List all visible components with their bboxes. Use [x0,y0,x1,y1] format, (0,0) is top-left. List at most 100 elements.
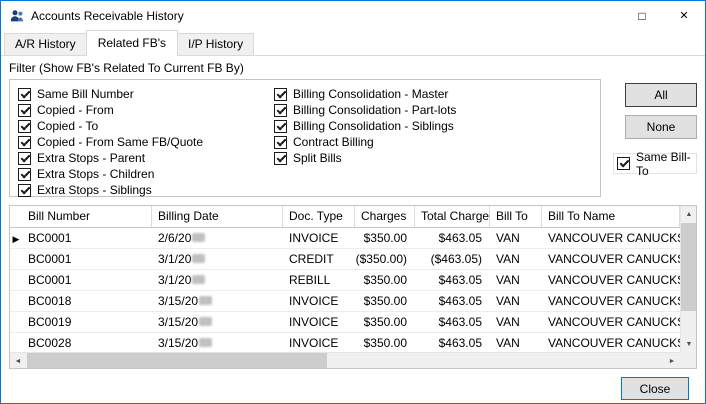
cell-bill-to: VAN [490,333,542,353]
checkbox-label: Contract Billing [293,135,374,149]
checkbox-billing-consolidation-master[interactable]: Billing Consolidation - Master [274,86,592,102]
tab-ar-history[interactable]: A/R History [4,33,87,55]
checkbox-label: Extra Stops - Siblings [37,183,152,197]
checkbox-icon [274,136,287,149]
column-header-bill-to-name[interactable]: Bill To Name [542,206,680,227]
cell-doc-type: REBILL [283,270,355,290]
grid-content: Bill Number Billing Date Doc. Type Charg… [10,206,680,354]
checkbox-icon [18,136,31,149]
table-row[interactable]: BC0001 3/1/20 REBILL $350.00 $463.05 VAN… [10,270,680,291]
checkbox-label: Extra Stops - Parent [37,151,145,165]
checkbox-label: Billing Consolidation - Siblings [293,119,454,133]
table-row[interactable]: BC0001 3/1/20 CREDIT ($350.00) ($463.05)… [10,249,680,270]
grid-header-row: Bill Number Billing Date Doc. Type Charg… [10,206,680,228]
vertical-scrollbar-thumb[interactable] [681,223,696,311]
row-selector-cell: ▶ [10,228,22,248]
tab-strip: A/R History Related FB's I/P History [1,30,705,56]
cell-doc-type: INVOICE [283,291,355,311]
cell-billing-date: 3/15/20 [152,312,283,332]
horizontal-scrollbar-thumb[interactable] [27,353,327,368]
scroll-right-icon[interactable]: ► [664,353,680,369]
cell-bill-to-name: VANCOUVER CANUCKS [542,228,680,248]
checkbox-label: Billing Consolidation - Master [293,87,448,101]
cell-charges: $350.00 [355,333,415,353]
column-header-bill-number[interactable]: Bill Number [22,206,152,227]
cell-total-charges: $463.05 [415,333,490,353]
redacted-date-year [199,296,212,305]
checkbox-same-bill-number[interactable]: Same Bill Number [18,86,274,102]
checkbox-billing-consolidation-part-lots[interactable]: Billing Consolidation - Part-lots [274,102,592,118]
checkbox-split-bills[interactable]: Split Bills [274,150,592,166]
cell-bill-number: BC0019 [22,312,152,332]
cell-charges: $350.00 [355,312,415,332]
cell-bill-to-name: VANCOUVER CANUCKS [542,291,680,311]
cell-billing-date: 3/15/20 [152,291,283,311]
cell-bill-number: BC0001 [22,270,152,290]
row-selector-cell [10,333,22,353]
table-row[interactable]: BC0028 3/15/20 INVOICE $350.00 $463.05 V… [10,333,680,354]
checkbox-label: Copied - From [37,103,114,117]
checkbox-icon [18,104,31,117]
cell-bill-number: BC0001 [22,228,152,248]
dialog-footer: Close [9,369,697,400]
cell-bill-to: VAN [490,249,542,269]
checkbox-billing-consolidation-siblings[interactable]: Billing Consolidation - Siblings [274,118,592,134]
cell-total-charges: $463.05 [415,312,490,332]
tab-related-fbs[interactable]: Related FB's [86,30,178,56]
cell-total-charges: $463.05 [415,270,490,290]
scroll-left-icon[interactable]: ◄ [10,353,26,369]
column-header-bill-to[interactable]: Bill To [490,206,542,227]
checkbox-label: Copied - To [37,119,98,133]
redacted-date-year [192,254,205,263]
filter-side-panel: All None Same Bill-To [613,79,697,197]
cell-doc-type: CREDIT [283,249,355,269]
table-row[interactable]: BC0018 3/15/20 INVOICE $350.00 $463.05 V… [10,291,680,312]
checkbox-label: Split Bills [293,151,342,165]
checkbox-copied-to[interactable]: Copied - To [18,118,274,134]
checkbox-icon [274,104,287,117]
cell-bill-to: VAN [490,228,542,248]
related-fbs-page: Filter (Show FB's Related To Current FB … [1,56,705,400]
none-button[interactable]: None [625,115,697,139]
all-button[interactable]: All [625,83,697,107]
vertical-scrollbar[interactable]: ▲ ▼ [680,206,696,352]
cell-bill-to-name: VANCOUVER CANUCKS [542,312,680,332]
cell-bill-to-name: VANCOUVER CANUCKS [542,270,680,290]
scroll-up-icon[interactable]: ▲ [681,206,697,222]
cell-charges: ($350.00) [355,249,415,269]
checkbox-icon [18,168,31,181]
redacted-date-year [192,233,205,242]
titlebar: Accounts Receivable History □ ✕ [1,1,705,30]
window-close-icon[interactable]: ✕ [663,2,705,30]
cell-charges: $350.00 [355,291,415,311]
scroll-down-icon[interactable]: ▼ [681,336,697,352]
close-button[interactable]: Close [621,377,689,400]
checkbox-contract-billing[interactable]: Contract Billing [274,134,592,150]
maximize-icon[interactable]: □ [621,2,663,30]
column-header-doc-type[interactable]: Doc. Type [283,206,355,227]
cell-billing-date: 2/6/20 [152,228,283,248]
checkbox-same-bill-to[interactable]: Same Bill-To [613,153,697,174]
column-header-charges[interactable]: Charges [355,206,415,227]
cell-doc-type: INVOICE [283,312,355,332]
cell-bill-number: BC0018 [22,291,152,311]
checkbox-extra-stops-children[interactable]: Extra Stops - Children [18,166,274,182]
column-header-billing-date[interactable]: Billing Date [152,206,283,227]
table-row[interactable]: BC0019 3/15/20 INVOICE $350.00 $463.05 V… [10,312,680,333]
redacted-date-year [199,317,212,326]
checkbox-label: Extra Stops - Children [37,167,154,181]
tab-ip-history[interactable]: I/P History [177,33,254,55]
checkbox-copied-from[interactable]: Copied - From [18,102,274,118]
row-selector-cell [10,249,22,269]
table-row[interactable]: ▶ BC0001 2/6/20 INVOICE $350.00 $463.05 … [10,228,680,249]
checkbox-extra-stops-siblings[interactable]: Extra Stops - Siblings [18,182,274,198]
accounts-receivable-history-window: Accounts Receivable History □ ✕ A/R Hist… [0,0,706,404]
column-header-total-charges[interactable]: Total Charges [415,206,490,227]
horizontal-scrollbar[interactable]: ◄ ► [10,352,680,368]
filter-section-label: Filter (Show FB's Related To Current FB … [9,58,697,79]
redacted-date-year [199,338,212,347]
checkbox-copied-from-same-fb-quote[interactable]: Copied - From Same FB/Quote [18,134,274,150]
checkbox-extra-stops-parent[interactable]: Extra Stops - Parent [18,150,274,166]
redacted-date-year [192,275,205,284]
cell-bill-to: VAN [490,312,542,332]
